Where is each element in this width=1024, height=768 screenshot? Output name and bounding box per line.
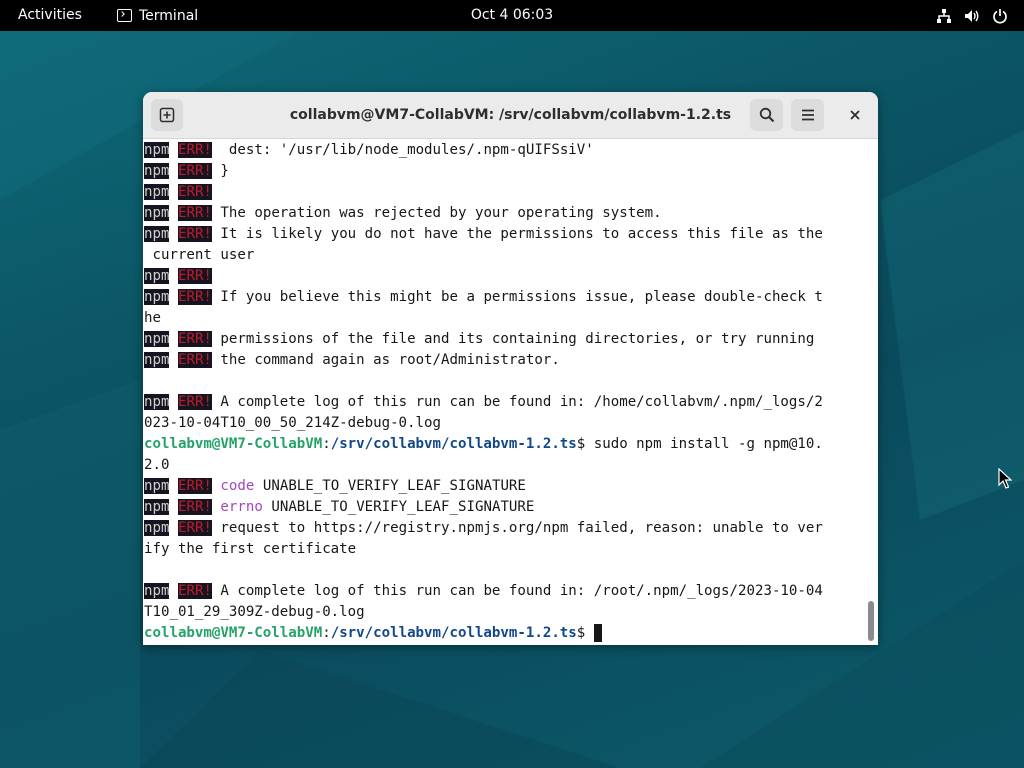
- terminal-line: npm ERR! errno UNABLE_TO_VERIFY_LEAF_SIG…: [144, 499, 535, 515]
- terminal-line: current user: [144, 247, 255, 263]
- power-icon[interactable]: [992, 8, 1008, 24]
- search-icon: [759, 107, 774, 123]
- terminal-output[interactable]: npm ERR! dest: '/usr/lib/node_modules/.n…: [143, 139, 865, 645]
- terminal-window[interactable]: collabvm@VM7-CollabVM: /srv/collabvm/col…: [143, 92, 878, 645]
- terminal-line: npm ERR! code UNABLE_TO_VERIFY_LEAF_SIGN…: [144, 478, 526, 494]
- app-menu-terminal[interactable]: Terminal: [117, 0, 198, 31]
- terminal-line: npm ERR! the command again as root/Admin…: [144, 352, 560, 368]
- activities-button[interactable]: Activities: [18, 0, 82, 31]
- scrollbar[interactable]: [865, 139, 878, 645]
- terminal-prompt-line: collabvm@VM7-CollabVM:/srv/collabvm/coll…: [144, 436, 823, 452]
- clock[interactable]: Oct 4 06:03: [471, 7, 553, 23]
- terminal-line: npm ERR! A complete log of this run can …: [144, 394, 823, 410]
- terminal-line: 023-10-04T10_00_50_214Z-debug-0.log: [144, 415, 441, 431]
- terminal-line: npm ERR! If you believe this might be a …: [144, 289, 823, 305]
- top-bar: Activities Terminal Oct 4 06:03: [0, 0, 1024, 31]
- terminal-line: T10_01_29_309Z-debug-0.log: [144, 604, 365, 620]
- search-button[interactable]: [750, 99, 783, 131]
- terminal-line: npm ERR!: [144, 268, 212, 284]
- mouse-pointer-icon: [998, 468, 1012, 489]
- terminal-line: npm ERR! A complete log of this run can …: [144, 583, 823, 599]
- window-title: collabvm@VM7-CollabVM: /srv/collabvm/col…: [289, 107, 732, 123]
- terminal-line: npm ERR! }: [144, 163, 229, 179]
- app-name: Terminal: [139, 7, 199, 24]
- terminal-line: npm ERR! request to https://registry.npm…: [144, 520, 823, 536]
- close-icon: [850, 110, 860, 120]
- terminal-line: ify the first certificate: [144, 541, 357, 557]
- terminal-line: npm ERR! It is likely you do not have th…: [144, 226, 823, 242]
- terminal-line: 2.0: [144, 457, 170, 473]
- system-tray[interactable]: [936, 0, 1008, 31]
- terminal-line: npm ERR! dest: '/usr/lib/node_modules/.n…: [144, 142, 594, 158]
- network-icon[interactable]: [936, 8, 952, 24]
- terminal-line: he: [144, 310, 161, 326]
- hamburger-menu-icon: [801, 109, 814, 121]
- terminal-prompt-line: collabvm@VM7-CollabVM:/srv/collabvm/coll…: [144, 623, 602, 644]
- menu-button[interactable]: [791, 99, 824, 131]
- new-tab-button[interactable]: [151, 99, 183, 131]
- text-cursor: [593, 624, 602, 642]
- terminal-line: npm ERR! permissions of the file and its…: [144, 331, 815, 347]
- volume-icon[interactable]: [964, 8, 980, 24]
- header-bar[interactable]: collabvm@VM7-CollabVM: /srv/collabvm/col…: [143, 92, 878, 139]
- terminal-line: npm ERR! The operation was rejected by y…: [144, 205, 662, 221]
- terminal-line: npm ERR!: [144, 184, 212, 200]
- new-tab-icon: [159, 107, 175, 123]
- scrollbar-thumb[interactable]: [868, 601, 874, 641]
- close-button[interactable]: [840, 99, 870, 131]
- terminal-icon: [117, 9, 132, 22]
